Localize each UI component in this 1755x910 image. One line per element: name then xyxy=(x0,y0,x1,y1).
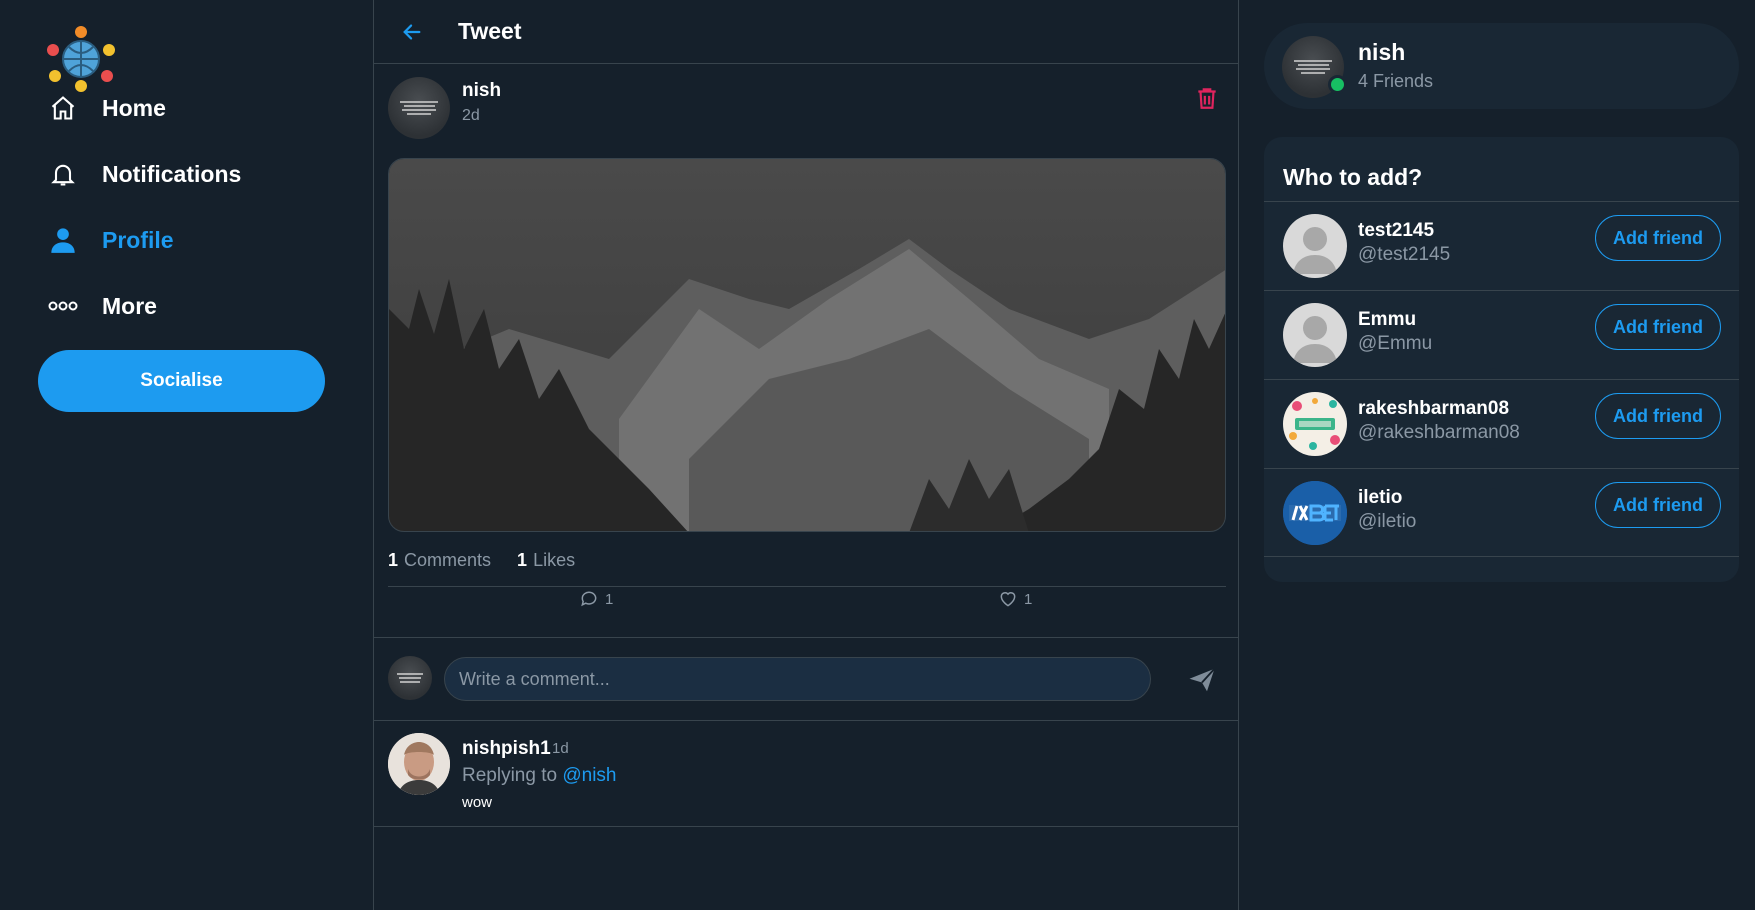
suggestion-row: test2145 @test2145 Add friend xyxy=(1264,201,1739,290)
replying-to-link[interactable]: @nish xyxy=(562,765,616,786)
arrow-left-icon xyxy=(403,23,421,40)
app-logo[interactable] xyxy=(44,25,118,93)
socialise-button[interactable]: Socialise xyxy=(38,350,325,412)
add-friend-button[interactable]: Add friend xyxy=(1595,304,1721,350)
nav-more[interactable]: More xyxy=(48,284,157,328)
nav-more-label: More xyxy=(102,292,157,319)
likes-stat[interactable]: 1 Likes xyxy=(517,550,575,571)
suggestion-name[interactable]: rakeshbarman08 xyxy=(1358,398,1509,420)
add-friend-button[interactable]: Add friend xyxy=(1595,482,1721,528)
left-sidebar: Home Notifications Profile More Socialis… xyxy=(0,0,373,910)
page-title: Tweet xyxy=(458,18,522,44)
who-to-add-title: Who to add? xyxy=(1283,164,1423,190)
nav-notifications[interactable]: Notifications xyxy=(48,152,241,196)
comment-icon xyxy=(581,591,597,607)
suggestion-name[interactable]: iletio xyxy=(1358,487,1402,509)
add-friend-button[interactable]: Add friend xyxy=(1595,215,1721,261)
trash-icon xyxy=(1198,88,1216,109)
nav-notifications-label: Notifications xyxy=(102,160,242,187)
suggestion-row: Emmu @Emmu Add friend xyxy=(1264,290,1739,379)
like-count: 1 xyxy=(1024,590,1033,608)
send-icon xyxy=(1189,668,1216,692)
send-button[interactable] xyxy=(1187,665,1217,695)
tweet-image[interactable] xyxy=(388,158,1226,532)
more-icon xyxy=(48,291,78,321)
comment-count: 1 xyxy=(605,590,614,608)
nav-profile-label: Profile xyxy=(102,226,174,253)
comment-button[interactable]: 1 xyxy=(579,589,613,609)
tweet-author[interactable]: nish xyxy=(462,80,501,102)
suggestion-row: rakeshbarman08 @rakeshbarman08 Add frien… xyxy=(1264,379,1739,468)
who-to-add-panel: Who to add? test2145 @test2145 Add frien… xyxy=(1264,137,1739,582)
user-icon xyxy=(48,225,78,255)
back-button[interactable] xyxy=(396,16,428,48)
default-avatar-icon[interactable] xyxy=(1283,303,1347,367)
tweet: nish 2d 1 Comments 1 Likes 1 1 xyxy=(374,64,1238,638)
comments-stat[interactable]: 1 Comments xyxy=(388,550,491,571)
suggestion-handle: @test2145 xyxy=(1358,244,1451,265)
like-button[interactable]: 1 xyxy=(998,589,1032,609)
comment-timestamp: 1d xyxy=(552,740,569,757)
suggestion-name[interactable]: test2145 xyxy=(1358,220,1434,242)
replying-to: Replying to @nish xyxy=(462,765,617,786)
comment-composer xyxy=(374,637,1238,721)
default-avatar-icon[interactable] xyxy=(1283,214,1347,278)
suggestion-name[interactable]: Emmu xyxy=(1358,309,1416,331)
suggestion-handle: @rakeshbarman08 xyxy=(1358,422,1520,443)
nav-profile[interactable]: Profile xyxy=(48,218,174,262)
tweet-detail-panel: Tweet nish 2d 1 Comments 1 Likes 1 1 Wri… xyxy=(373,0,1239,910)
pattern-avatar[interactable] xyxy=(1283,392,1347,456)
commenter-name[interactable]: nishpish1 xyxy=(462,738,551,760)
add-friend-button[interactable]: Add friend xyxy=(1595,393,1721,439)
commenter-avatar[interactable] xyxy=(388,733,450,795)
suggestion-handle: @iletio xyxy=(1358,511,1417,532)
bell-icon xyxy=(48,159,78,189)
composer-avatar xyxy=(388,656,432,700)
nav-home-label: Home xyxy=(102,94,166,121)
comment-item: nishpish1 1d Replying to @nish wow xyxy=(374,721,1238,827)
delete-button[interactable] xyxy=(1194,85,1220,111)
suggestion-handle: @Emmu xyxy=(1358,333,1433,354)
friends-count: 4 Friends xyxy=(1358,71,1434,91)
online-status-dot xyxy=(1328,75,1347,94)
comment-text: wow xyxy=(462,794,493,811)
nav-home[interactable]: Home xyxy=(48,86,166,130)
home-icon xyxy=(48,93,78,123)
tweet-timestamp: 2d xyxy=(462,107,480,124)
profile-card[interactable]: nish 4 Friends xyxy=(1264,23,1739,109)
heart-icon xyxy=(1000,592,1016,607)
suggestion-row: iletio @iletio Add friend xyxy=(1264,468,1739,557)
profile-name: nish xyxy=(1358,39,1406,65)
divider xyxy=(388,586,1226,587)
author-avatar[interactable] xyxy=(388,77,450,139)
tweet-stats: 1 Comments 1 Likes xyxy=(388,550,601,571)
comment-input[interactable] xyxy=(444,657,1151,701)
brand-logo-avatar[interactable] xyxy=(1283,481,1347,545)
page-header: Tweet xyxy=(374,0,1238,64)
